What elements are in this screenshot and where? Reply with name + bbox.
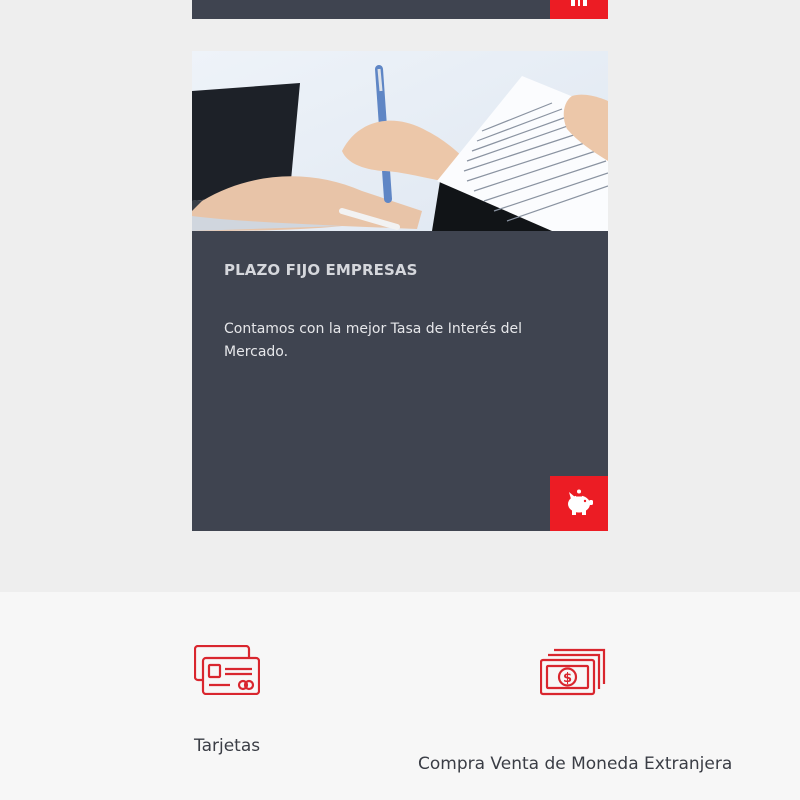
services-section: Tarjetas $ Compra Venta de Moneda Extran… [0,592,800,800]
card-description: Contamos con la mejor Tasa de Interés de… [224,321,523,360]
money-bills-icon[interactable]: $ [539,648,606,700]
plazo-fijo-card: PLAZO FIJO EMPRESAS Contamos con la mejo… [192,51,608,531]
building-icon [571,0,587,6]
service-label-moneda[interactable]: Compra Venta de Moneda Extranjera [418,754,732,774]
card-action-button[interactable] [550,476,608,531]
piggy-bank-icon [568,489,593,515]
service-label-tarjetas[interactable]: Tarjetas [194,736,260,756]
card-title: PLAZO FIJO EMPRESAS [224,261,418,279]
credit-card-icon[interactable] [193,644,261,699]
previous-card [192,0,608,19]
svg-text:$: $ [563,671,572,686]
previous-card-button[interactable] [550,0,608,19]
signing-document-photo [192,51,608,231]
